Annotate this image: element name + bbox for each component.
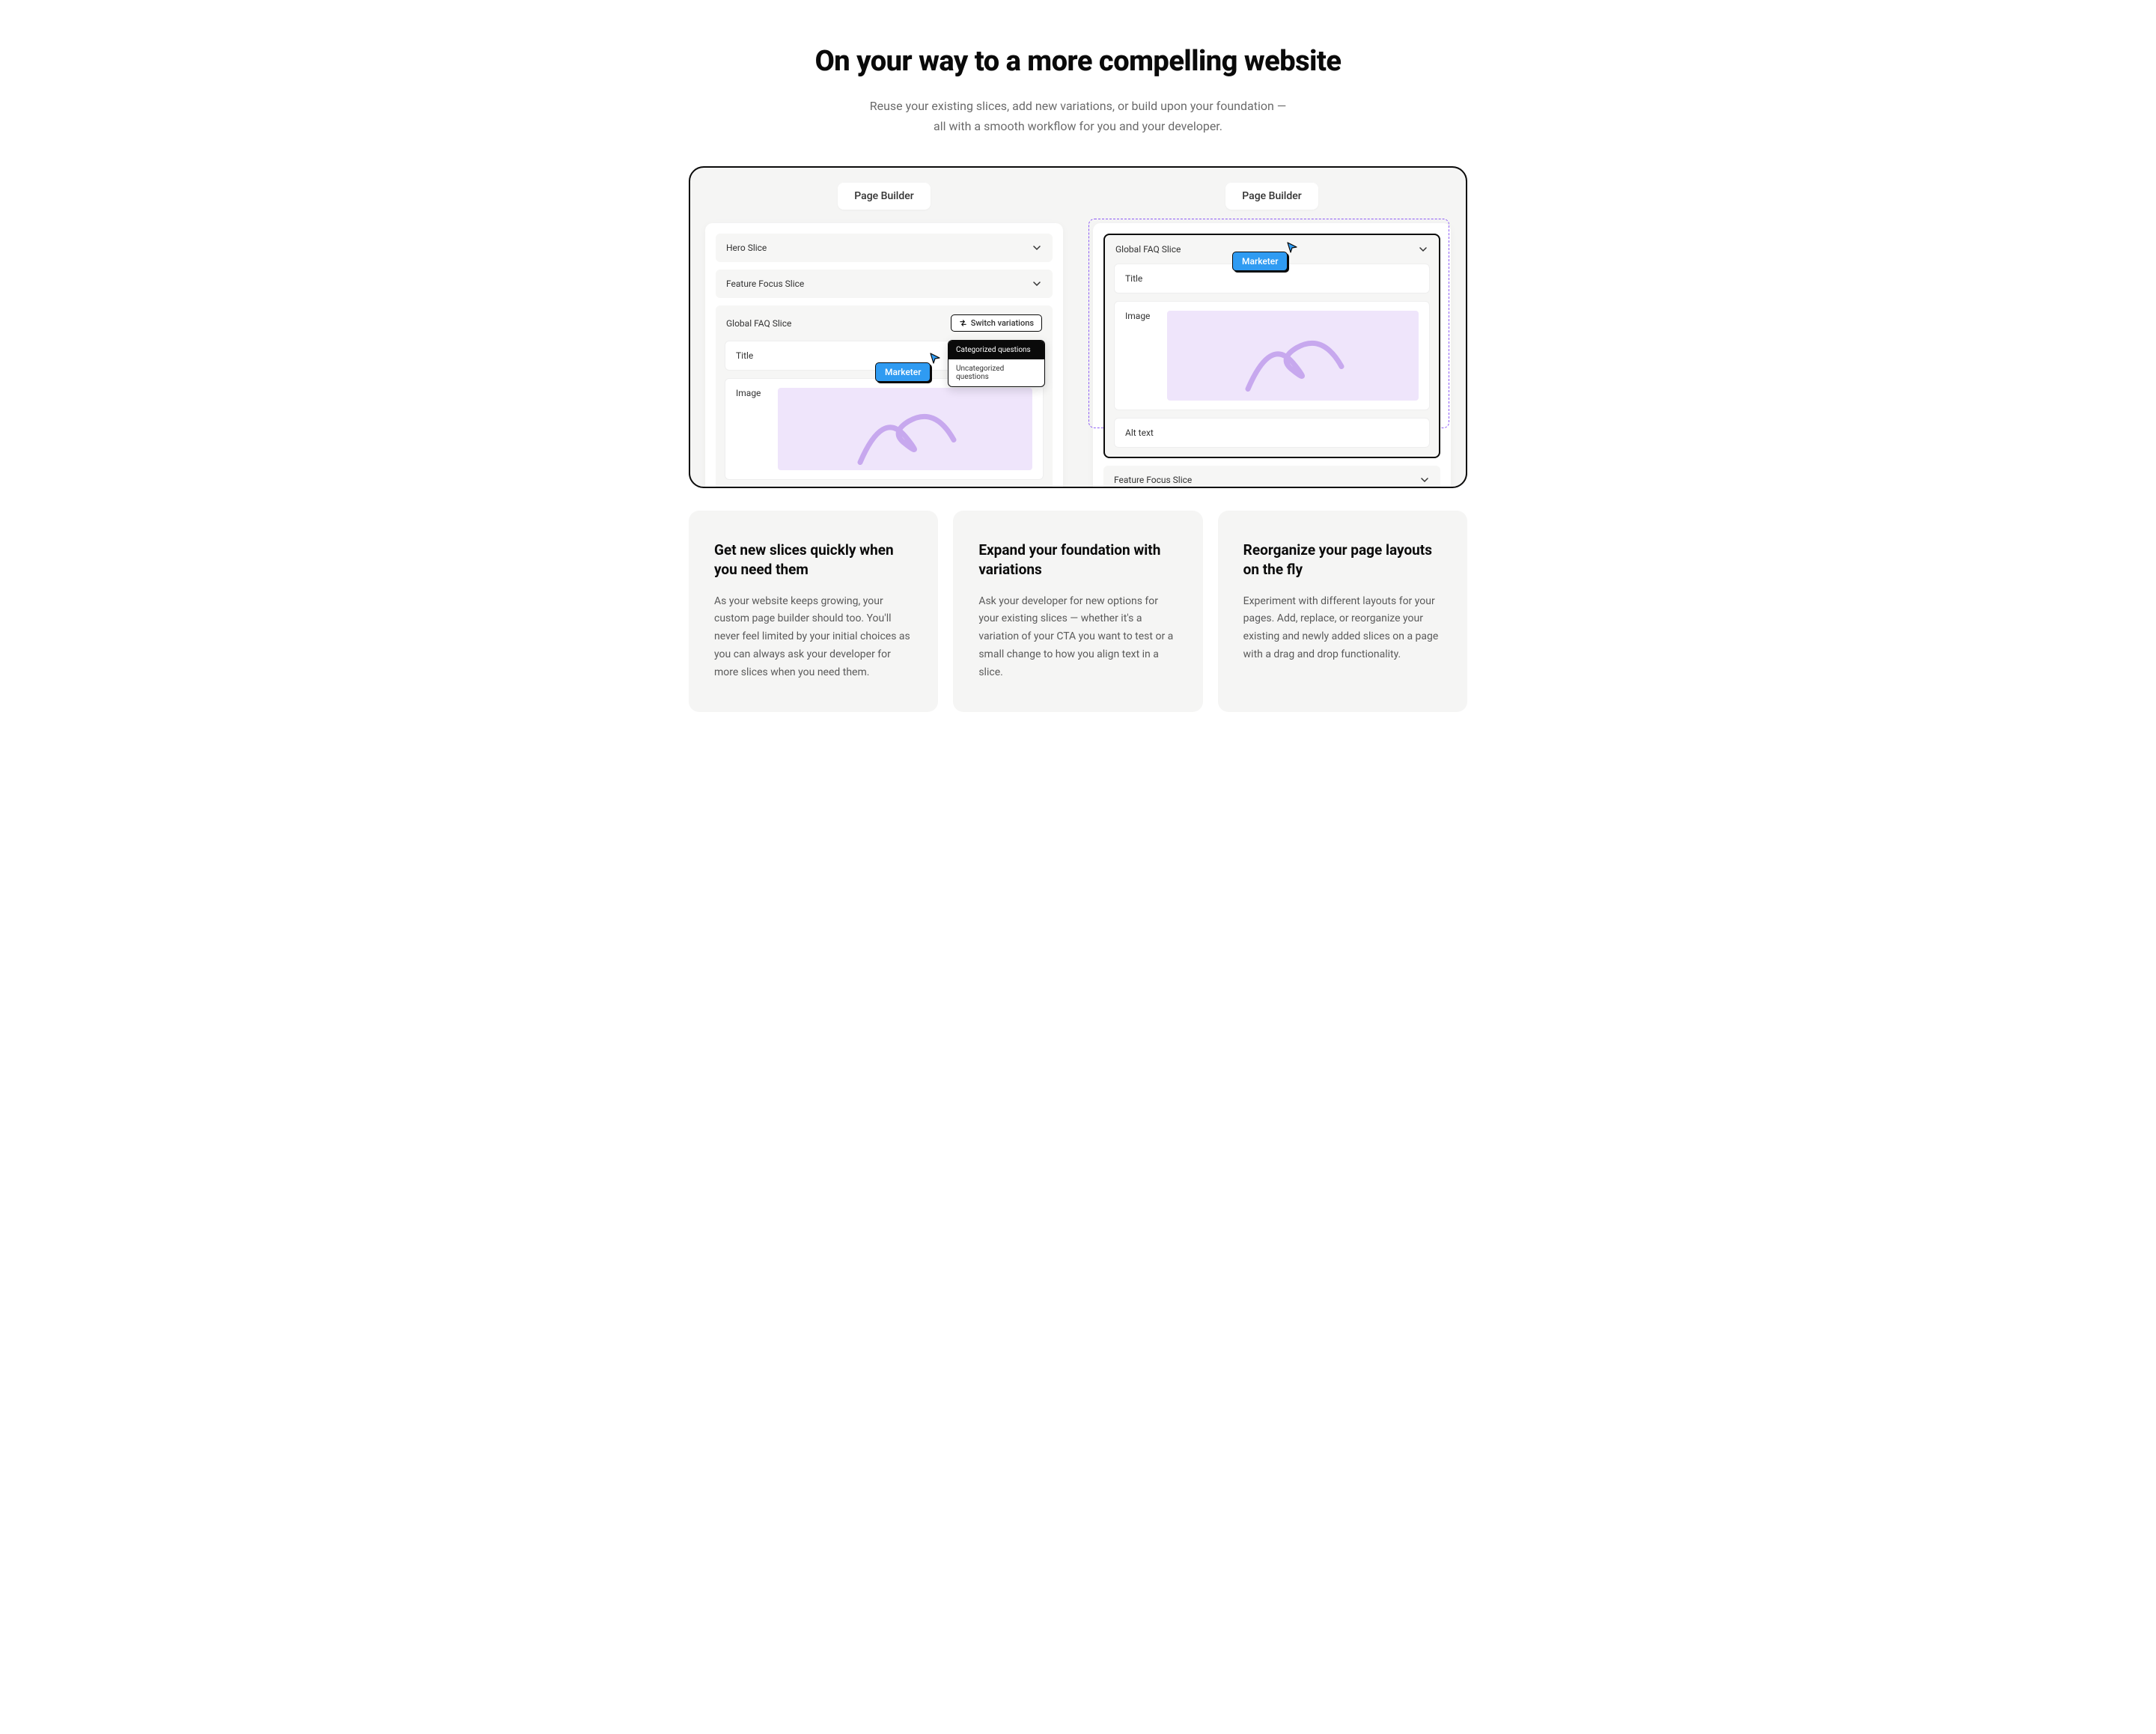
field-image[interactable]: Image Marketer (725, 378, 1044, 480)
field-label: Alt text (1125, 428, 1154, 438)
tab-page-builder[interactable]: Page Builder (838, 183, 930, 210)
right-panel: Page Builder Global FAQ Slice Title Ima (1093, 183, 1451, 487)
image-placeholder (778, 388, 1032, 470)
left-panel: Page Builder Hero Slice Feature Focus Sl… (705, 183, 1063, 487)
field-label: Title (736, 350, 753, 361)
card-reorganize: Reorganize your page layouts on the fly … (1218, 511, 1467, 711)
marketer-label: Marketer (875, 362, 931, 382)
dropdown-option-categorized[interactable]: Categorized questions (948, 341, 1044, 359)
field-label: Image (736, 388, 767, 398)
variations-dropdown: Categorized questions Uncategorized ques… (948, 340, 1045, 387)
slice-header[interactable]: Global FAQ Slice Switch variations Categ… (716, 305, 1053, 341)
slice-label: Global FAQ Slice (1115, 244, 1181, 255)
field-label: Title (1125, 273, 1142, 284)
slice-label: Hero Slice (726, 243, 767, 253)
slice-feature-focus[interactable]: Feature Focus Slice (716, 270, 1053, 298)
slice-global-faq-selected[interactable]: Global FAQ Slice Title Image (1103, 234, 1440, 458)
slice-label: Feature Focus Slice (726, 279, 804, 289)
builder-canvas-left: Hero Slice Feature Focus Slice Global FA… (705, 223, 1063, 488)
chevron-down-icon (1419, 475, 1430, 485)
page-title: On your way to a more compelling website (689, 45, 1467, 78)
card-title: Expand your foundation with variations (978, 541, 1177, 579)
slice-feature-focus[interactable]: Feature Focus Slice (1103, 466, 1440, 488)
page-subtitle: Reuse your existing slices, add new vari… (868, 96, 1288, 136)
field-alt-text[interactable]: Alt text (1114, 418, 1430, 448)
marketer-cursor: Marketer (1232, 252, 1288, 271)
marketer-label: Marketer (1232, 252, 1288, 271)
slice-global-faq: Global FAQ Slice Switch variations Categ… (716, 305, 1053, 488)
card-body: Experiment with different layouts for yo… (1243, 593, 1442, 664)
swirl-icon (853, 399, 957, 466)
card-new-slices: Get new slices quickly when you need the… (689, 511, 938, 711)
field-label: Image (1125, 311, 1157, 321)
field-alt-text[interactable]: Alt text (725, 487, 1044, 488)
card-variations: Expand your foundation with variations A… (953, 511, 1202, 711)
feature-cards: Get new slices quickly when you need the… (689, 511, 1467, 711)
marketer-cursor: Marketer (875, 362, 931, 382)
tab-page-builder[interactable]: Page Builder (1225, 183, 1318, 210)
showcase-frame: Page Builder Hero Slice Feature Focus Sl… (689, 166, 1467, 488)
image-placeholder (1167, 311, 1419, 401)
card-title: Get new slices quickly when you need the… (714, 541, 913, 579)
field-image[interactable]: Image (1114, 301, 1430, 410)
switch-variations-button[interactable]: Switch variations (951, 314, 1042, 332)
slice-hero[interactable]: Hero Slice (716, 234, 1053, 262)
slice-label: Global FAQ Slice (726, 318, 791, 329)
chevron-down-icon (1032, 279, 1042, 289)
dropdown-option-uncategorized[interactable]: Uncategorized questions (948, 359, 1044, 386)
chevron-down-icon (1032, 243, 1042, 253)
swirl-icon (1240, 326, 1345, 393)
switch-variations-label: Switch variations (971, 318, 1034, 328)
chevron-down-icon (1418, 244, 1428, 255)
swap-icon (959, 319, 967, 327)
slice-label: Feature Focus Slice (1114, 475, 1192, 485)
builder-canvas-right: Global FAQ Slice Title Image (1093, 223, 1451, 488)
card-body: Ask your developer for new options for y… (978, 593, 1177, 682)
card-title: Reorganize your page layouts on the fly (1243, 541, 1442, 579)
cursor-icon (929, 352, 941, 366)
cursor-icon (1286, 241, 1298, 256)
card-body: As your website keeps growing, your cust… (714, 593, 913, 682)
